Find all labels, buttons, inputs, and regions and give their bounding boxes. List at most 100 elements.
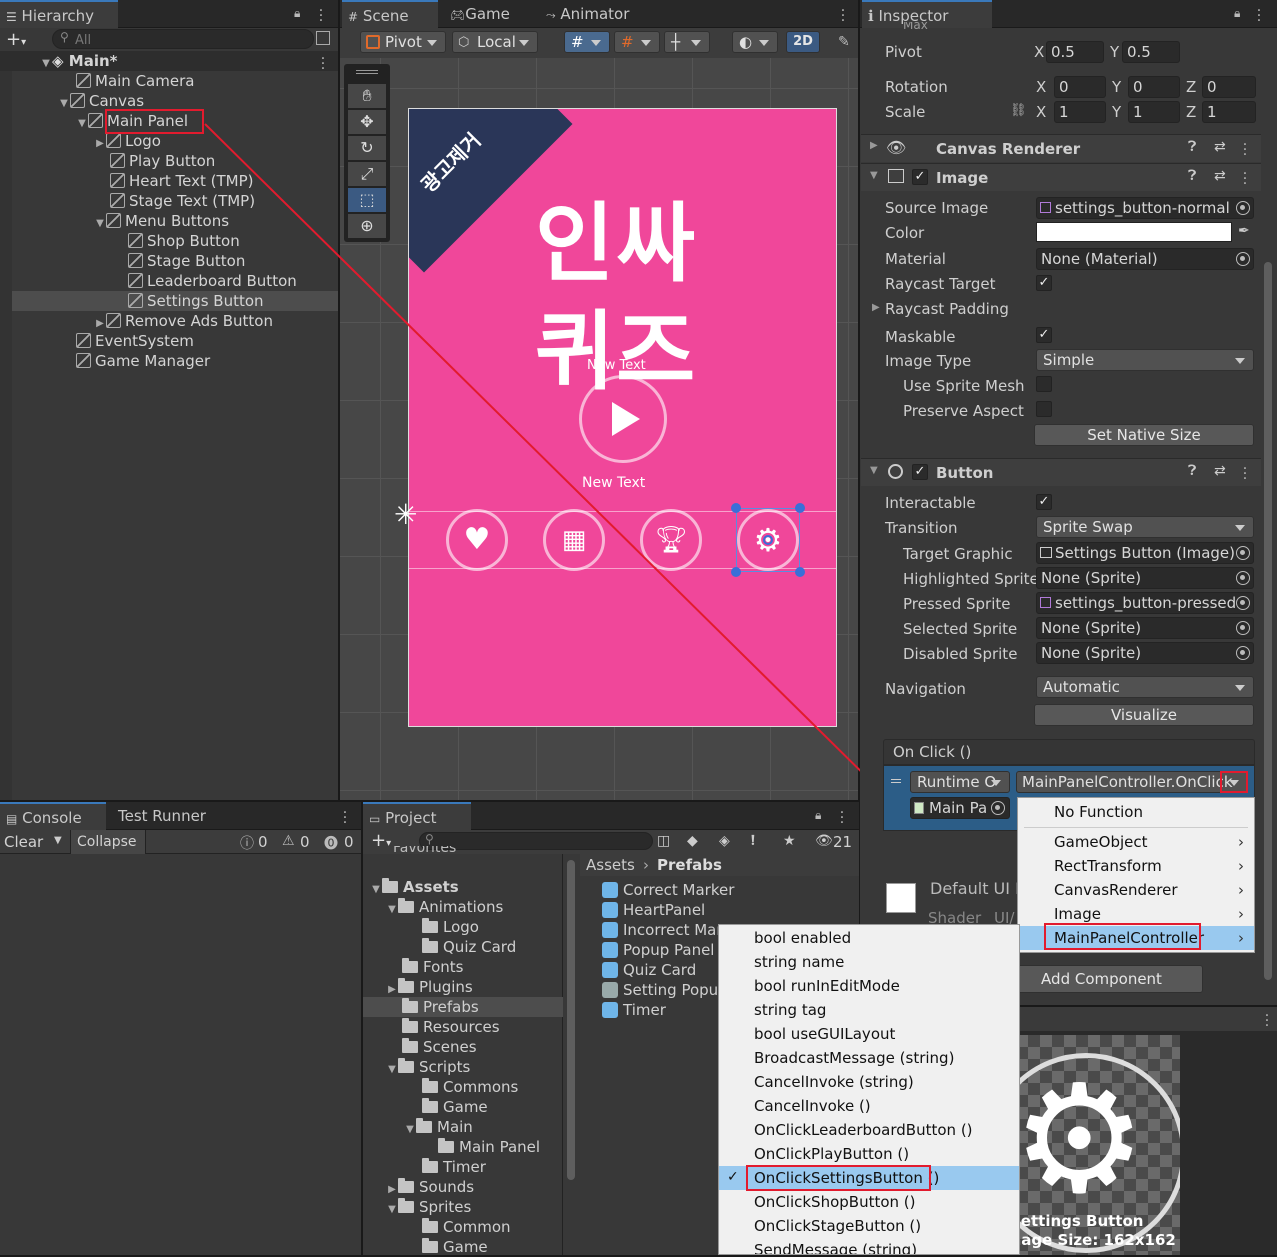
object-picker-icon[interactable] [1236,546,1250,560]
method-item[interactable]: bool enabled [719,926,1019,950]
method-item[interactable]: OnClickLeaderboardButton () [719,1118,1019,1142]
object-picker-icon[interactable] [991,801,1005,815]
hidden-packages-icon[interactable]: 👁︎ [815,833,833,849]
method-item[interactable]: OnClickPlayButton () [719,1142,1019,1166]
prefab-item[interactable]: Incorrect Mar [602,920,723,940]
drag-handle[interactable] [891,779,901,783]
raycast-padding-label[interactable]: Raycast Padding [885,300,1009,318]
tree-assets[interactable]: ▼ Assets [370,877,459,897]
tree-main[interactable]: ▼ Main [404,1117,473,1137]
material-field[interactable]: None (Material) [1036,248,1254,270]
tab-console[interactable]: ▤ Console [0,802,106,830]
method-item[interactable]: bool runInEditMode [719,974,1019,998]
object-picker-icon[interactable] [1236,646,1250,660]
scrollbar[interactable] [1264,262,1272,980]
inspector-more-icon[interactable]: · · · [1256,4,1262,28]
pivot-x-field[interactable]: 0.5 [1046,41,1104,63]
menu-item-recttransform[interactable]: RectTransform › [1018,854,1254,878]
help-icon[interactable]: ❓︎ [1188,168,1196,184]
tab-test-runner[interactable]: Test Runner [112,802,206,830]
visualize-button[interactable]: Visualize [1034,704,1254,726]
use-sprite-mesh-checkbox[interactable] [1036,376,1052,392]
constrain-proportions-icon[interactable]: ⛓ [1010,103,1027,118]
scale-y-field[interactable]: 1 [1128,101,1180,123]
tree-common[interactable]: Common [422,1217,511,1237]
tree-logo[interactable]: Logo [422,917,479,937]
tree-fonts[interactable]: Fonts [402,957,463,977]
preserve-aspect-checkbox[interactable] [1036,401,1052,417]
tree-plugins[interactable]: ▶ Plugins [386,977,473,997]
label-icon[interactable]: ◈ [719,833,730,849]
prefab-item[interactable]: Popup Panel [602,940,714,960]
create-button[interactable]: +▾ [371,830,391,851]
button-enabled-checkbox[interactable]: ✓ [912,464,928,480]
object-picker-icon[interactable] [1236,621,1250,635]
pivot-y-field[interactable]: 0.5 [1122,41,1180,63]
tree-scrollbar[interactable] [567,860,575,1180]
highlighted-sprite-field[interactable]: None (Sprite) [1036,567,1254,589]
method-item[interactable]: BroadcastMessage (string) [719,1046,1019,1070]
object-picker-icon[interactable] [1236,201,1250,215]
tree-scripts[interactable]: ▼ Scripts [386,1057,470,1077]
add-component-button[interactable]: Add Component [1000,965,1203,993]
important-icon[interactable]: ❗︎ [751,833,755,849]
fold-closed-icon[interactable]: ▶ [870,140,878,151]
method-item[interactable]: OnClickStageButton () [719,1214,1019,1238]
tree-commons[interactable]: Commons [422,1077,518,1097]
object-picker-icon[interactable] [1236,252,1250,266]
clear-options-icon[interactable]: ▼ [54,835,62,846]
tree-animations[interactable]: ▼ Animations [386,897,503,917]
tree-main-panel[interactable]: Main Panel [438,1137,540,1157]
collapse-button[interactable]: Collapse [70,830,146,854]
tree-prefabs[interactable]: Prefabs [402,997,479,1017]
color-swatch[interactable] [1036,222,1232,242]
runtime-dropdown[interactable]: Runtime O [910,771,1010,793]
method-item[interactable]: CancelInvoke (string) [719,1070,1019,1094]
menu-item-gameobject[interactable]: GameObject › [1018,830,1254,854]
scale-z-field[interactable]: 1 [1202,101,1256,123]
set-native-size-button[interactable]: Set Native Size [1034,424,1254,446]
image-enabled-checkbox[interactable]: ✓ [912,169,928,185]
tree-quiz-card[interactable]: Quiz Card [422,937,516,957]
selected-sprite-field[interactable]: None (Sprite) [1036,617,1254,639]
prefab-item[interactable]: HeartPanel [602,900,705,920]
pressed-sprite-field[interactable]: settings_button-pressed [1036,592,1254,614]
method-item[interactable]: string tag [719,998,1019,1022]
target-graphic-field[interactable]: Settings Button (Image) [1036,542,1254,564]
search-by-type-icon[interactable]: ◫ [657,833,670,849]
function-dropdown[interactable]: MainPanelController.OnClick [1016,771,1248,793]
lock-icon[interactable]: 🔒︎ [815,808,821,823]
eyedropper-icon[interactable]: ✒ [1238,223,1250,239]
preview-menu-icon[interactable]: · · · [1264,1009,1270,1033]
component-menu-icon[interactable]: · · · [1242,167,1248,191]
disabled-sprite-field[interactable]: None (Sprite) [1036,642,1254,664]
lock-icon[interactable]: 🔒︎ [1234,6,1240,21]
rotation-y-field[interactable]: 0 [1128,76,1180,98]
navigation-dropdown[interactable]: Automatic [1036,676,1254,698]
fold-open-icon[interactable]: ▼ [870,465,878,476]
favorites-row[interactable]: Favorites [393,846,456,858]
component-menu-icon[interactable]: · · · [1242,138,1248,162]
clear-button[interactable]: Clear [4,833,43,851]
prefab-item[interactable]: Quiz Card [602,960,696,980]
tree-scenes[interactable]: Scenes [402,1037,477,1057]
tree-game[interactable]: Game [422,1097,488,1117]
tree-timer[interactable]: Timer [422,1157,486,1177]
tab-project[interactable]: ▭ Project [363,802,471,830]
object-picker-icon[interactable] [1236,596,1250,610]
prefab-item[interactable]: Correct Marker [602,880,734,900]
help-icon[interactable]: ❓︎ [1188,139,1196,155]
breadcrumb-assets[interactable]: Assets [586,856,635,874]
presets-icon[interactable]: ⇄ [1214,168,1226,184]
object-picker-icon[interactable] [1236,571,1250,585]
maskable-checkbox[interactable]: ✓ [1036,327,1052,343]
method-item[interactable]: OnClickShopButton () [719,1190,1019,1214]
tree-sprites[interactable]: ▼ Sprites [386,1197,471,1217]
transition-dropdown[interactable]: Sprite Swap [1036,516,1254,538]
project-more-icon[interactable]: · · · [839,806,845,830]
prefab-item[interactable]: Setting Popup [602,980,728,1000]
error-icon[interactable]: ⓿ [324,833,338,853]
console-more-icon[interactable]: · · · [342,806,348,830]
tree-resources[interactable]: Resources [402,1017,500,1037]
menu-item-canvasrenderer[interactable]: CanvasRenderer › [1018,878,1254,902]
